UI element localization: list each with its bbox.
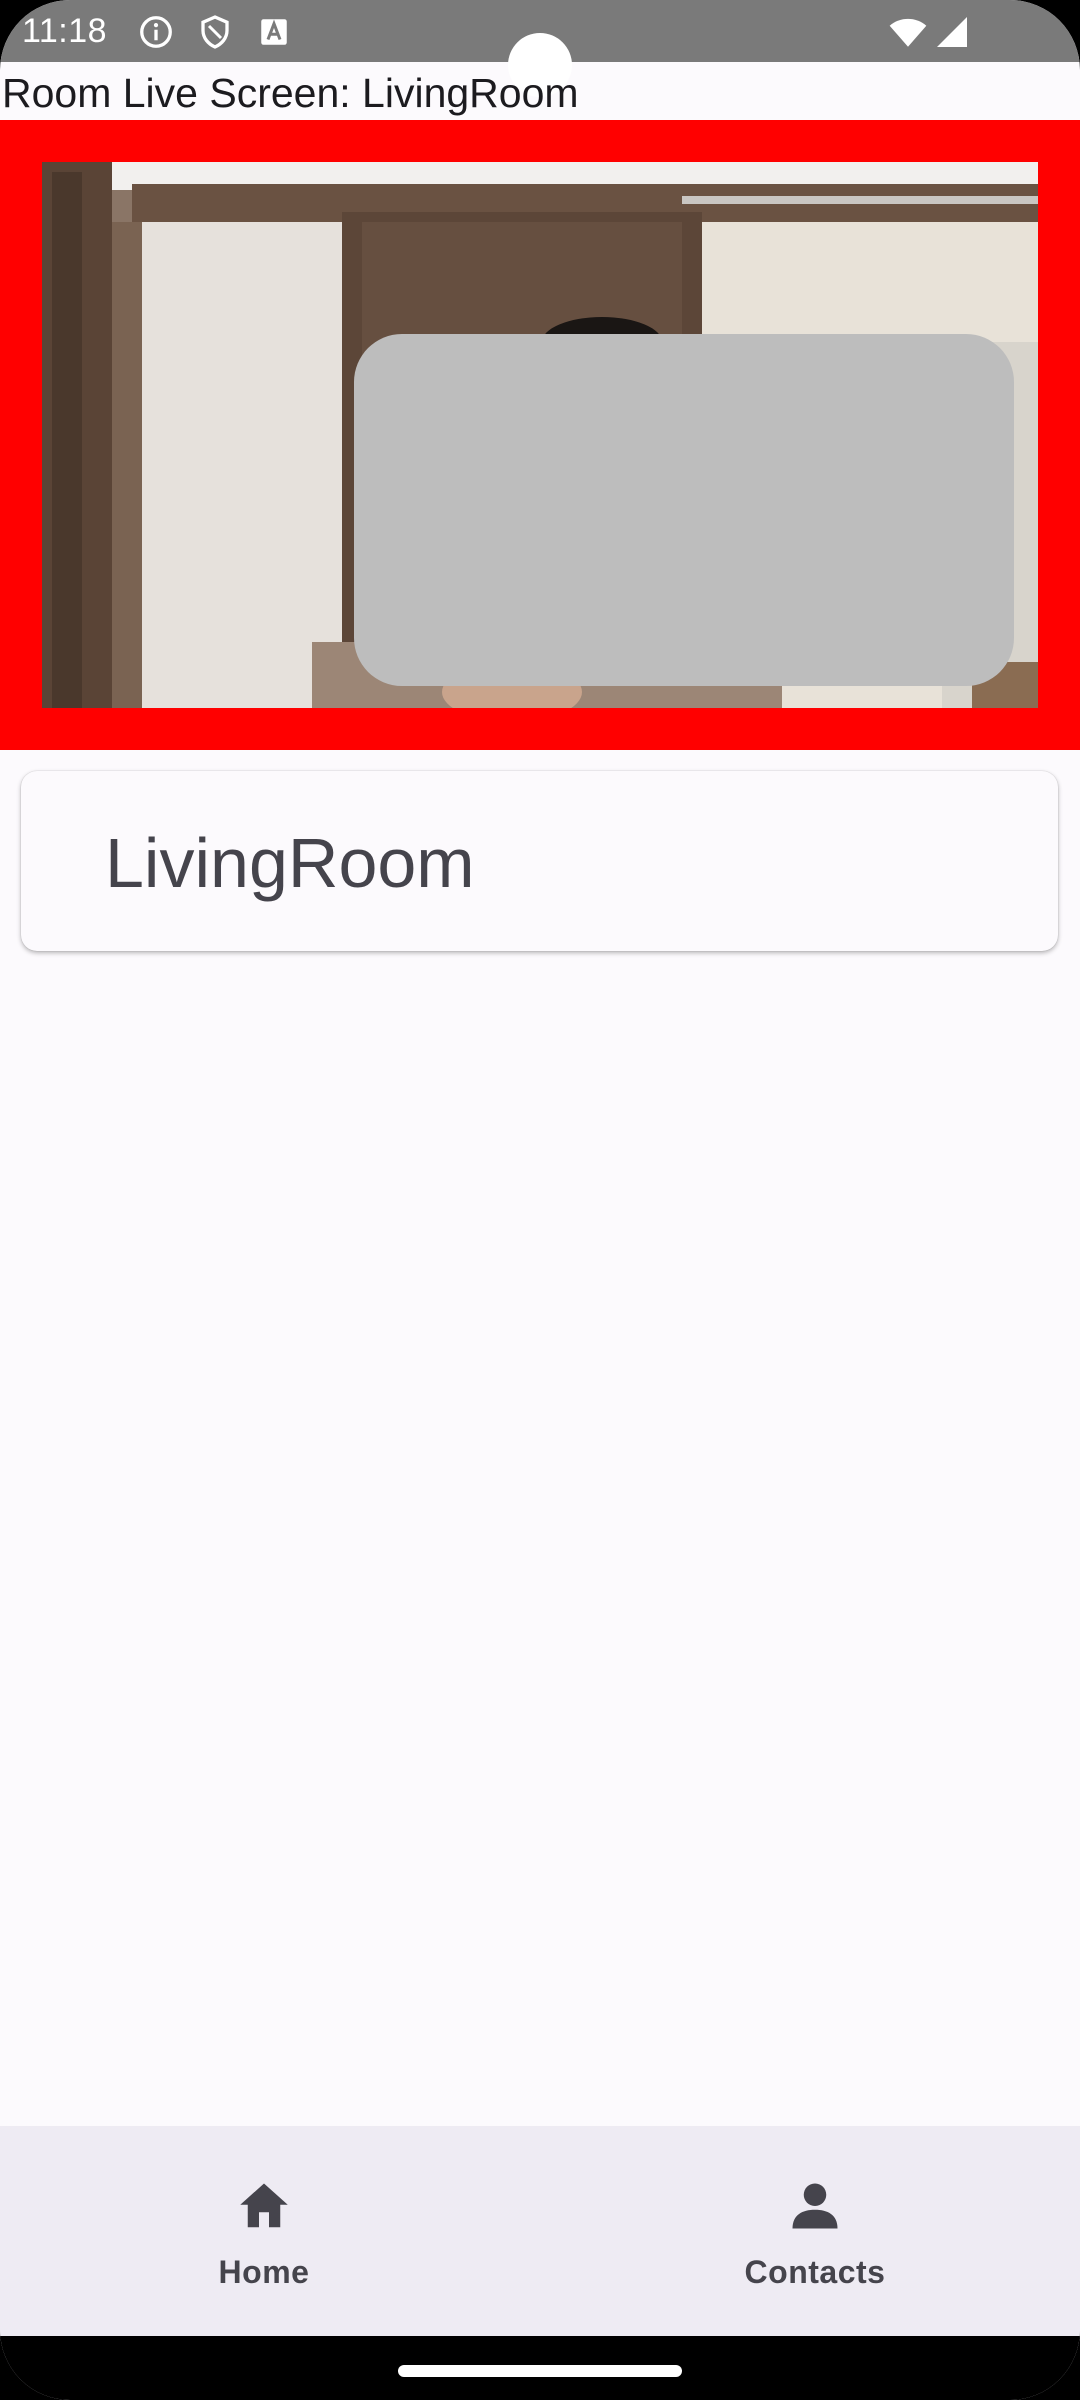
person-icon — [792, 2183, 838, 2229]
status-time: 11:18 — [22, 12, 108, 50]
status-bar: 11:18 — [0, 0, 1080, 97]
nav-label-contacts: Contacts — [744, 2254, 886, 2290]
room-card-label: LivingRoom — [105, 824, 475, 902]
wifi-icon — [889, 18, 927, 47]
cell-signal-icon — [937, 17, 967, 47]
home-icon — [240, 2183, 288, 2228]
home-gesture-handle[interactable] — [398, 2365, 682, 2377]
keyboard-a-icon — [261, 19, 287, 45]
video-overlay-panel — [354, 334, 1014, 686]
gesture-bar — [0, 2336, 1080, 2400]
nav-item-contacts[interactable]: Contacts — [635, 2126, 995, 2336]
app-screen: 11:18 Room Live Screen: LivingRoom Livin… — [0, 0, 1080, 2400]
nav-item-home[interactable]: Home — [84, 2126, 444, 2336]
room-card[interactable]: LivingRoom — [21, 771, 1058, 951]
bottom-nav: Home Contacts — [0, 2126, 1080, 2336]
info-icon — [140, 16, 172, 48]
page-title: Room Live Screen: LivingRoom — [2, 70, 579, 116]
shield-icon — [201, 15, 229, 49]
nav-label-home: Home — [218, 2254, 310, 2290]
